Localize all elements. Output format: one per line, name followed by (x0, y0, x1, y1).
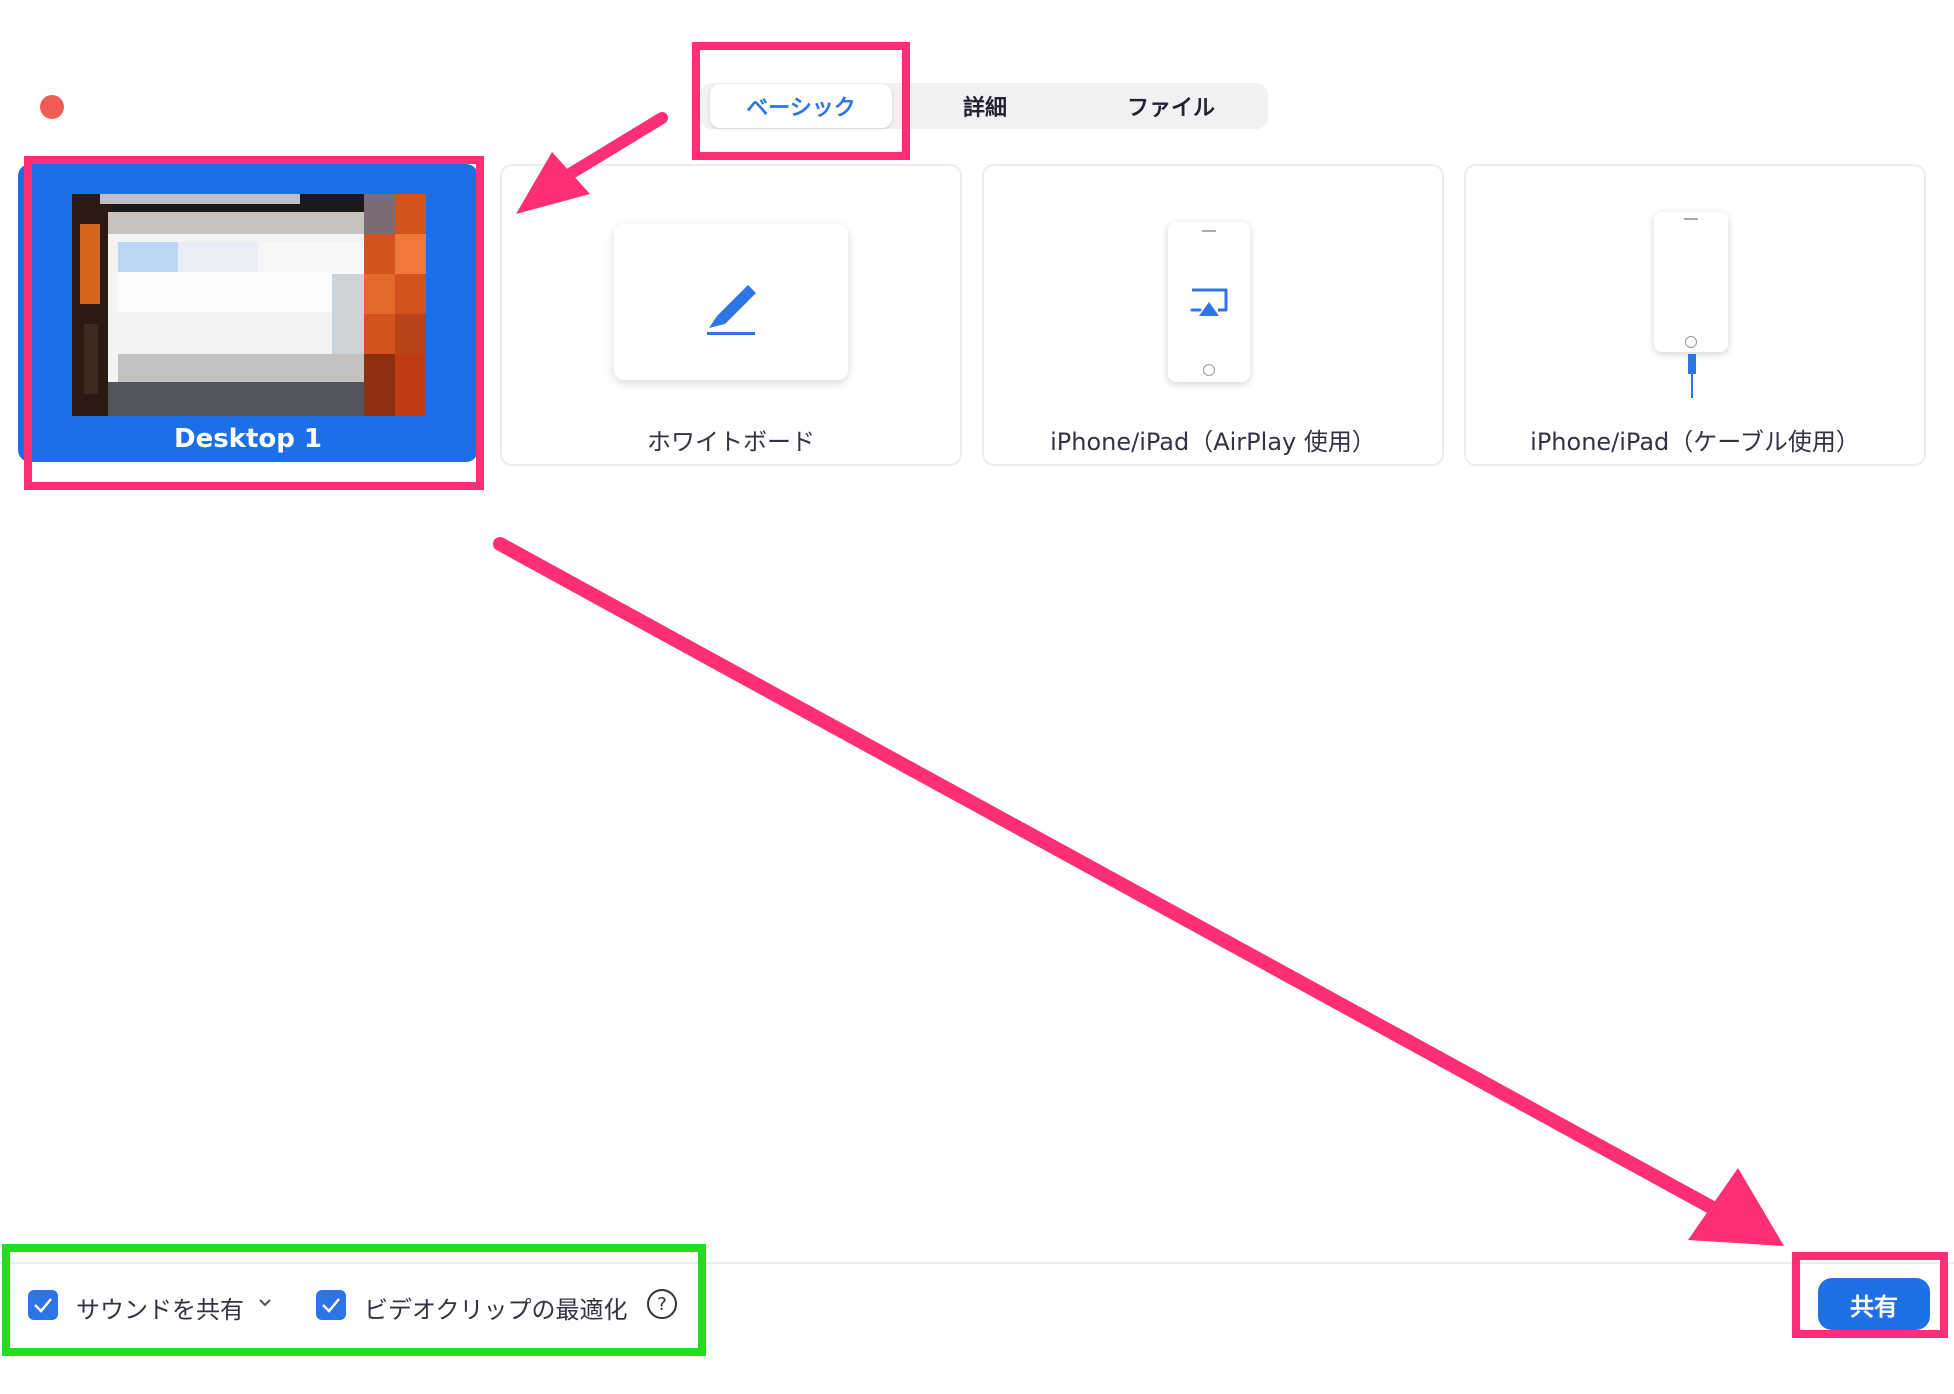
arrow-to-share (493, 537, 1727, 1219)
share-screen-window: ベーシック 詳細 ファイル Desktop 1 ホワイトボード iPhone/i… (0, 0, 1954, 1394)
arrow-head-whiteboard (516, 152, 590, 214)
annotation-arrows (493, 112, 1784, 1246)
arrow-to-whiteboard (554, 112, 668, 186)
